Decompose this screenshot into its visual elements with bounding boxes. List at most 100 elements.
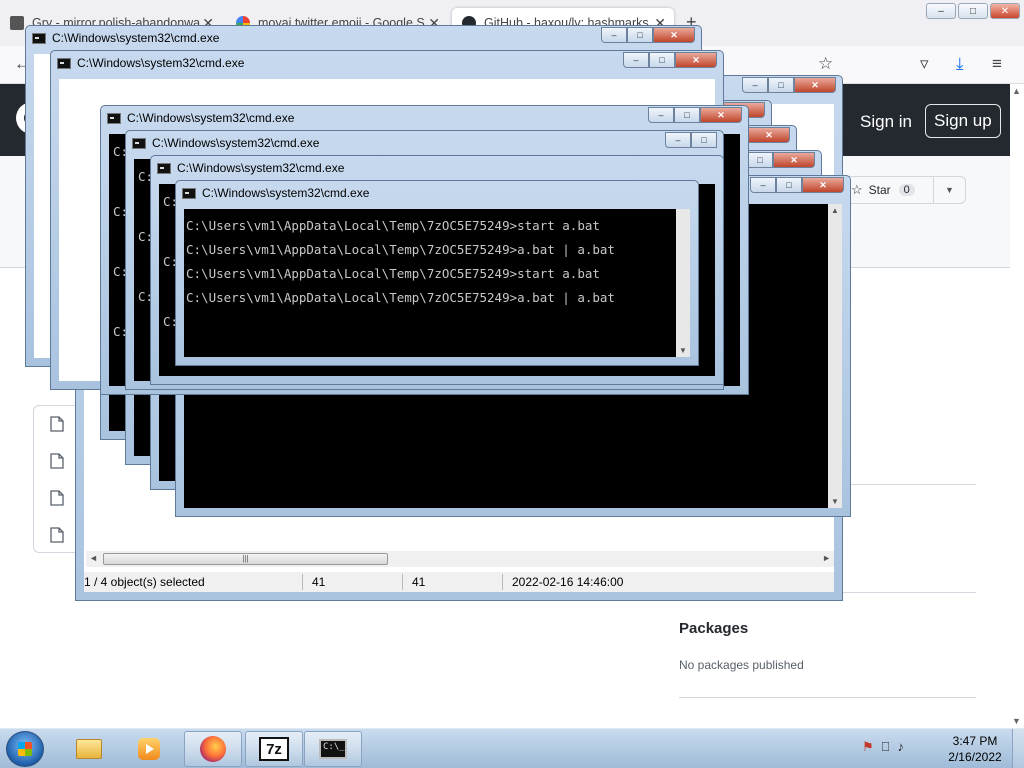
maximize-button[interactable]: □	[674, 107, 700, 123]
minimize-button[interactable]: –	[665, 132, 691, 148]
cmd-icon	[107, 112, 121, 124]
horizontal-scrollbar[interactable]: ◄ ||| ►	[86, 551, 834, 567]
cmd-icon	[57, 57, 71, 69]
explorer-taskbar-button[interactable]	[60, 731, 118, 767]
sidebar-divider	[679, 697, 976, 698]
status-modified: 2022-02-16 14:46:00	[512, 575, 624, 589]
scroll-right-icon[interactable]: ►	[822, 553, 831, 563]
maximize-button[interactable]: □	[768, 77, 794, 93]
close-button[interactable]: ✕	[748, 127, 790, 143]
minimize-button[interactable]: –	[623, 52, 649, 68]
console-line: C:\Users\vm1\AppData\Local\Temp\7zOC5E75…	[186, 290, 615, 305]
sign-in-link[interactable]: Sign in	[860, 112, 912, 132]
close-button[interactable]: ✕	[773, 152, 815, 168]
console-line: C:\Users\vm1\AppData\Local\Temp\7zOC5E75…	[186, 218, 600, 233]
file-icon	[50, 527, 64, 543]
volume-icon[interactable]: ♪	[897, 739, 904, 755]
status-separator	[302, 574, 303, 590]
window-controls: – □ ✕	[623, 52, 717, 68]
maximize-button[interactable]: □	[747, 152, 773, 168]
browser-window-controls: – □ ✕	[926, 3, 1020, 19]
star-dropdown-caret-icon[interactable]: ▼	[933, 177, 965, 203]
minimize-button[interactable]: –	[750, 177, 776, 193]
bookmark-star-icon[interactable]: ☆	[818, 54, 833, 74]
close-button[interactable]: ✕	[675, 52, 717, 68]
console-output: C:\Users\vm1\AppData\Local\Temp\7zOC5E75…	[184, 209, 676, 357]
sevenzip-taskbar-button[interactable]: 7z	[245, 731, 303, 767]
system-tray: ⚑ ⎕ ♪	[862, 739, 904, 755]
status-packed: 41	[412, 575, 426, 589]
console-scrollbar[interactable]: ▼	[676, 209, 690, 357]
minimize-button[interactable]: –	[926, 3, 956, 19]
folder-icon	[10, 16, 24, 30]
action-center-flag-icon[interactable]: ⚑	[862, 739, 874, 755]
menu-icon[interactable]: ≡	[992, 54, 1002, 74]
cmd-icon	[182, 187, 196, 199]
page-scrollbar[interactable]: ▲ ▼	[1010, 84, 1024, 728]
cmd-icon	[157, 162, 171, 174]
status-bar: 1 / 4 object(s) selected 41 41 2022-02-1…	[84, 572, 834, 592]
console-line: C:\Users\vm1\AppData\Local\Temp\7zOC5E75…	[186, 242, 615, 257]
scroll-down-icon[interactable]: ▼	[1012, 716, 1021, 726]
minimize-button[interactable]: –	[742, 77, 768, 93]
close-button[interactable]: ✕	[653, 27, 695, 43]
cmd-icon: C:\_	[319, 739, 347, 759]
status-selected: 1 / 4 object(s) selected	[84, 575, 205, 589]
firefox-taskbar-button[interactable]	[184, 731, 242, 767]
start-button[interactable]	[6, 731, 44, 767]
network-icon[interactable]: ⎕	[882, 739, 890, 755]
window-title: C:\Windows\system32\cmd.exe	[157, 161, 344, 175]
media-player-icon	[138, 738, 160, 760]
status-separator	[402, 574, 403, 590]
cmd-window-active[interactable]: C:\Users\vm1\AppData\Local\Temp\7zOC5E75…	[175, 180, 699, 366]
star-button[interactable]: ☆ Star 0 ▼	[842, 176, 966, 204]
maximize-button[interactable]: □	[958, 3, 988, 19]
file-icon	[50, 490, 64, 506]
scroll-down-icon[interactable]: ▼	[831, 497, 839, 506]
status-separator	[502, 574, 503, 590]
window-title: C:\Windows\system32\cmd.exe	[57, 56, 244, 70]
download-icon[interactable]: ⤓	[956, 54, 964, 74]
scroll-down-icon[interactable]: ▼	[679, 346, 687, 355]
scroll-up-icon[interactable]: ▲	[831, 206, 839, 215]
window-title: C:\Windows\system32\cmd.exe	[107, 111, 294, 125]
window-title: C:\Windows\system32\cmd.exe	[182, 186, 369, 200]
clock[interactable]: 3:47 PM 2/16/2022	[940, 733, 1010, 765]
sign-up-button[interactable]: Sign up	[925, 104, 1001, 138]
sevenzip-icon: 7z	[259, 737, 289, 761]
media-player-taskbar-button[interactable]	[120, 731, 178, 767]
file-icon	[50, 416, 64, 432]
packages-empty-text: No packages published	[679, 658, 804, 672]
window-title: C:\Windows\system32\cmd.exe	[132, 136, 319, 150]
show-desktop-button[interactable]	[1012, 729, 1024, 768]
maximize-button[interactable]: □	[627, 27, 653, 43]
clock-date: 2/16/2022	[948, 750, 1002, 764]
folder-icon	[76, 739, 102, 759]
cmd-taskbar-button[interactable]: C:\_	[304, 731, 362, 767]
maximize-button[interactable]: □	[691, 132, 717, 148]
cmd-icon	[32, 32, 46, 44]
minimize-button[interactable]: –	[648, 107, 674, 123]
console-scrollbar[interactable]: ▲ ▼	[828, 204, 842, 508]
cmd-icon	[132, 137, 146, 149]
maximize-button[interactable]: □	[649, 52, 675, 68]
scroll-thumb[interactable]: |||	[103, 553, 388, 565]
close-button[interactable]: ✕	[802, 177, 844, 193]
close-button[interactable]: ✕	[794, 77, 836, 93]
window-controls: – □	[665, 132, 717, 148]
clock-time: 3:47 PM	[952, 734, 998, 748]
pocket-icon[interactable]: ▿	[920, 54, 929, 74]
scroll-left-icon[interactable]: ◄	[89, 553, 98, 563]
taskbar: 7z C:\_ ⚑ ⎕ ♪ 3:47 PM 2/16/2022	[0, 728, 1024, 768]
star-label: Star	[868, 183, 891, 197]
status-size: 41	[312, 575, 326, 589]
minimize-button[interactable]: –	[601, 27, 627, 43]
close-button[interactable]: ✕	[700, 107, 742, 123]
maximize-button[interactable]: □	[776, 177, 802, 193]
close-button[interactable]: ✕	[990, 3, 1020, 19]
window-controls: – □ ✕	[742, 77, 836, 93]
star-icon: ☆	[851, 182, 863, 197]
window-controls: – □ ✕	[601, 27, 695, 43]
window-controls: – □ ✕	[648, 107, 742, 123]
scroll-up-icon[interactable]: ▲	[1012, 86, 1021, 96]
